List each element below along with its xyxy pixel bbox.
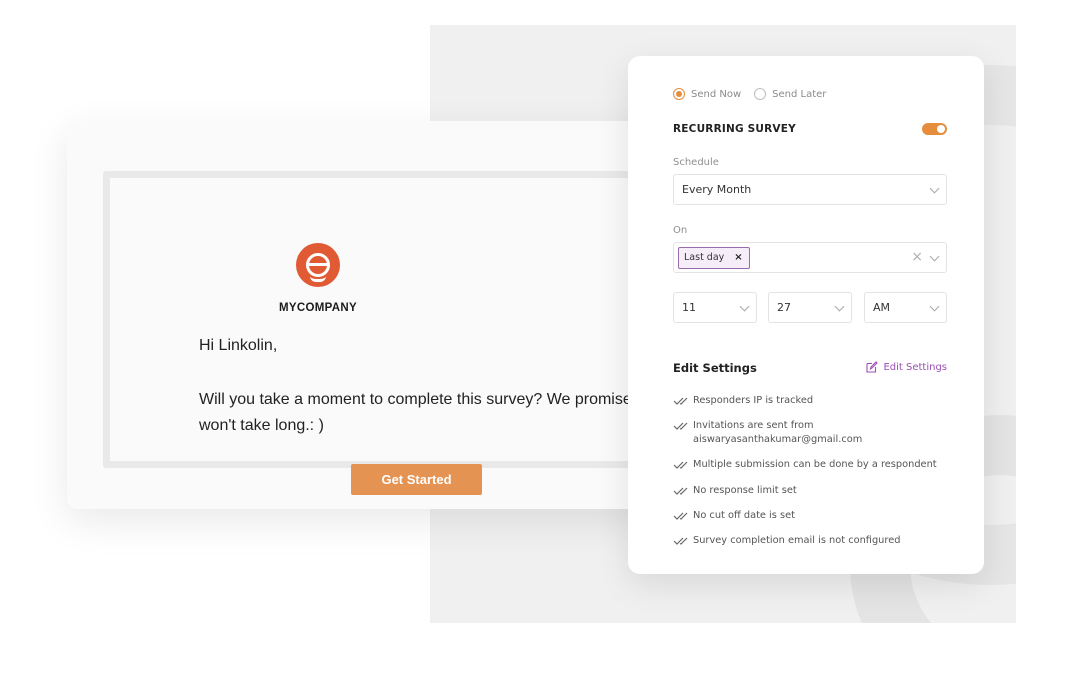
setting-text: No response limit set <box>693 485 797 496</box>
setting-item: No cut off date is set <box>673 509 795 523</box>
email-greeting: Hi Linkolin, <box>199 337 278 354</box>
setting-text: Responders IP is tracked <box>693 395 814 406</box>
send-later-label[interactable]: Send Later <box>772 89 826 100</box>
company-name: MYCOMPANY <box>279 302 357 314</box>
setting-text: Survey completion email is not configure… <box>693 535 901 546</box>
ampm-value: AM <box>873 301 891 314</box>
double-check-icon <box>673 512 688 520</box>
chevron-down-icon <box>929 301 940 312</box>
chevron-down-icon <box>739 301 750 312</box>
setting-item: Responders IP is tracked <box>673 394 813 408</box>
company-logo-icon <box>296 243 340 287</box>
email-body: MYCOMPANY Hi Linkolin, Will you take a m… <box>110 178 667 495</box>
selected-chip: Last day × <box>678 246 750 269</box>
email-message: Will you take a moment to complete this … <box>199 391 645 434</box>
setting-item: No response limit set <box>673 484 797 498</box>
double-check-icon <box>673 422 688 430</box>
setting-item: Invitations are sent from aiswaryasantha… <box>673 419 862 447</box>
edit-settings-link[interactable]: Edit Settings <box>866 361 947 373</box>
minute-value: 27 <box>777 301 791 314</box>
chip-label: Last day <box>684 252 725 263</box>
recurring-survey-title: RECURRING SURVEY <box>673 123 796 135</box>
chevron-down-icon <box>834 301 845 312</box>
double-check-icon <box>673 487 688 495</box>
minute-select[interactable]: 27 <box>768 292 852 323</box>
send-later-radio[interactable] <box>754 88 767 100</box>
chevron-down-icon <box>929 251 940 262</box>
chevron-down-icon <box>929 183 940 194</box>
setting-text: No cut off date is set <box>693 510 795 521</box>
get-started-button[interactable]: Get Started <box>351 464 482 495</box>
schedule-select[interactable]: Every Month <box>673 174 947 205</box>
edit-settings-link-label: Edit Settings <box>883 361 947 373</box>
recurring-survey-toggle[interactable] <box>922 123 947 135</box>
ampm-select[interactable]: AM <box>864 292 947 323</box>
chip-remove-icon[interactable]: × <box>734 252 742 263</box>
clear-icon[interactable]: × <box>911 249 923 265</box>
edit-settings-title: Edit Settings <box>673 361 757 375</box>
edit-icon <box>866 361 879 373</box>
send-options: Send Now Send Later <box>673 88 839 100</box>
setting-item: Survey completion email is not configure… <box>673 534 900 548</box>
double-check-icon <box>673 537 688 545</box>
schedule-value: Every Month <box>682 183 752 196</box>
setting-email: aiswaryasanthakumar@gmail.com <box>693 434 863 445</box>
email-frame: MYCOMPANY Hi Linkolin, Will you take a m… <box>103 171 667 495</box>
hour-select[interactable]: 11 <box>673 292 757 323</box>
on-multiselect[interactable]: Last day × × <box>673 242 947 273</box>
on-label: On <box>673 225 688 236</box>
schedule-label: Schedule <box>673 157 719 168</box>
email-preview-card: MYCOMPANY Hi Linkolin, Will you take a m… <box>67 121 667 509</box>
double-check-icon <box>673 397 688 405</box>
send-now-label[interactable]: Send Now <box>691 89 741 100</box>
send-now-radio[interactable] <box>673 88 685 100</box>
setting-text: Invitations are sent from <box>693 420 814 431</box>
survey-settings-panel: Send Now Send Later RECURRING SURVEY Sch… <box>628 56 984 574</box>
hour-value: 11 <box>682 301 696 314</box>
setting-item: Multiple submission can be done by a res… <box>673 458 937 472</box>
setting-text: Multiple submission can be done by a res… <box>693 459 937 470</box>
double-check-icon <box>673 461 688 469</box>
